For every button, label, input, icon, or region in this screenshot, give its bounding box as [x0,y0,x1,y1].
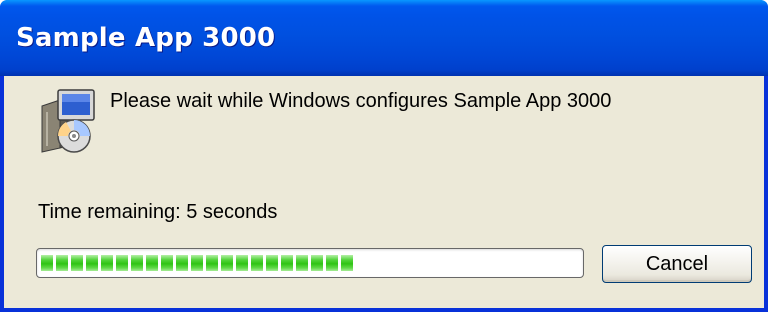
installer-disc-icon [34,86,100,154]
progress-chunk [296,255,308,271]
progress-chunk [206,255,218,271]
progress-chunk [56,255,68,271]
installer-dialog: Sample App 3000 Please wait while Window… [0,0,768,312]
progress-chunk [146,255,158,271]
progress-chunk [86,255,98,271]
progress-chunk [236,255,248,271]
status-message: Please wait while Windows configures Sam… [110,90,612,112]
progress-bar [36,248,584,278]
title-bar[interactable]: Sample App 3000 [0,0,768,76]
window-title: Sample App 3000 [16,23,276,53]
progress-chunk [101,255,113,271]
progress-chunk [116,255,128,271]
progress-chunk [41,255,53,271]
progress-chunk [266,255,278,271]
progress-chunk [341,255,353,271]
progress-chunk [311,255,323,271]
progress-chunk [326,255,338,271]
progress-chunk [281,255,293,271]
cancel-button[interactable]: Cancel [602,245,752,283]
progress-fill [41,255,579,271]
time-remaining-label: Time remaining: 5 seconds [38,201,278,223]
progress-chunk [251,255,263,271]
progress-chunk [176,255,188,271]
dialog-body: Please wait while Windows configures Sam… [4,76,764,308]
progress-chunk [221,255,233,271]
progress-chunk [161,255,173,271]
progress-chunk [191,255,203,271]
progress-chunk [71,255,83,271]
progress-chunk [131,255,143,271]
